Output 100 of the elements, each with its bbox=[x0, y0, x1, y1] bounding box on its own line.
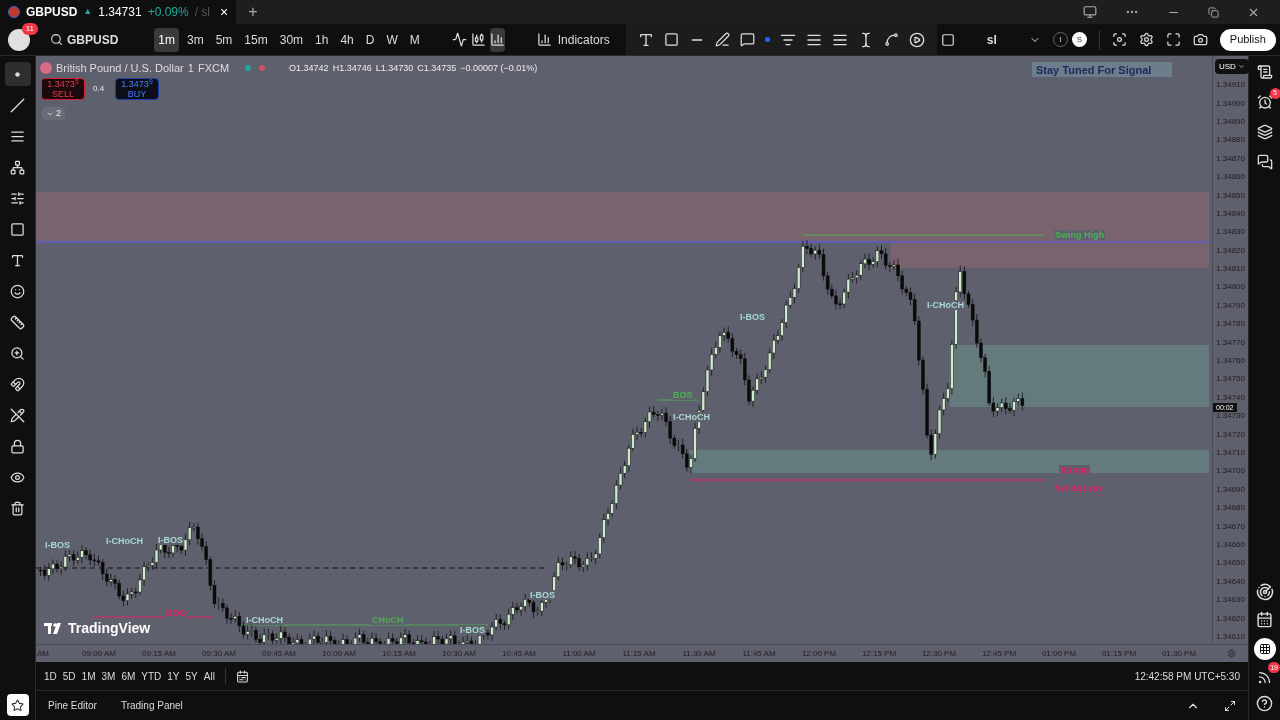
chart-label: BOS bbox=[165, 608, 187, 618]
play-icon[interactable] bbox=[908, 31, 925, 48]
interval-button[interactable]: 15m bbox=[240, 27, 272, 52]
logo-icon bbox=[44, 623, 64, 634]
restore-icon[interactable] bbox=[1208, 6, 1219, 18]
date-range-icon[interactable] bbox=[235, 669, 249, 683]
interval-button[interactable]: 4h bbox=[336, 27, 358, 52]
signal-banner: Stay Tuned For Signal bbox=[1032, 62, 1172, 77]
clock[interactable]: 12:42:58 PM UTC+5:30 bbox=[1134, 668, 1240, 684]
symbol-search[interactable]: GBPUSD bbox=[46, 30, 123, 49]
sell-label: SELL bbox=[52, 89, 74, 99]
price-label: 1.34740 bbox=[1216, 391, 1245, 404]
interval-button[interactable]: W bbox=[382, 27, 402, 52]
price-label: 1.34640 bbox=[1216, 575, 1245, 588]
chart-label: BOS bbox=[672, 390, 694, 400]
interval-button[interactable]: 30m bbox=[275, 27, 308, 52]
comment-icon[interactable] bbox=[739, 32, 755, 47]
caret-icon bbox=[1237, 63, 1245, 70]
interval-button[interactable]: 5m bbox=[211, 27, 237, 52]
range-button[interactable]: 1Y bbox=[167, 668, 180, 684]
price-label: 1.34870 bbox=[1216, 152, 1245, 165]
path-icon[interactable] bbox=[883, 32, 899, 47]
range-button[interactable]: 3M bbox=[101, 668, 116, 684]
watchlist-icon[interactable] bbox=[1256, 64, 1273, 80]
feed-icon[interactable] bbox=[1257, 670, 1272, 685]
interval-button[interactable]: M bbox=[405, 27, 424, 52]
rectangle-icon[interactable] bbox=[663, 32, 679, 47]
time-label: 11:15 AM bbox=[622, 647, 656, 660]
buy-button[interactable]: 1.3473$^{9}$ BUY bbox=[115, 78, 159, 100]
price-label: 1.34790 bbox=[1216, 299, 1245, 312]
fullscreen-icon[interactable] bbox=[1165, 32, 1181, 47]
pen-icon[interactable] bbox=[714, 32, 730, 47]
time-label: 10:00 AM bbox=[322, 647, 356, 660]
logo-text: TradingView bbox=[68, 619, 151, 638]
sell-button[interactable]: 1.3473$^{5}$ SELL bbox=[41, 78, 85, 100]
range-button[interactable]: 5D bbox=[62, 668, 76, 684]
help-icon[interactable] bbox=[1256, 695, 1273, 712]
interval-button[interactable]: 1m bbox=[154, 27, 179, 52]
chart-label: I-BOS bbox=[459, 625, 486, 635]
time-label: 10:45 AM bbox=[502, 647, 536, 660]
price-label: 1.34890 bbox=[1216, 115, 1245, 128]
interval-button[interactable]: 3m bbox=[183, 27, 208, 52]
range-button[interactable]: 1D bbox=[44, 668, 57, 684]
range-button[interactable]: 5Y bbox=[185, 668, 198, 684]
time-label: AM bbox=[37, 647, 49, 660]
price-label: 1.34720 bbox=[1216, 428, 1245, 441]
publish-button[interactable]: Publish bbox=[1219, 28, 1276, 51]
alarm-clock-icon[interactable] bbox=[1256, 94, 1273, 110]
square-icon[interactable] bbox=[940, 32, 955, 47]
lock-icon bbox=[10, 438, 25, 454]
time-label: 11:45 AM bbox=[742, 647, 776, 660]
trend-line-icon bbox=[10, 97, 25, 113]
price-label: 1.34710 bbox=[1216, 447, 1245, 459]
settings-icon[interactable] bbox=[1138, 32, 1154, 47]
price-label: 1.34700 bbox=[1216, 465, 1245, 478]
price-label: 1.34680 bbox=[1216, 502, 1245, 515]
price-change: −0.00007 (−0.01%) bbox=[460, 61, 538, 75]
currency-dropdown[interactable]: USD bbox=[1215, 59, 1249, 74]
range-button[interactable]: 1M bbox=[81, 668, 96, 684]
radar-icon[interactable] bbox=[1255, 583, 1274, 601]
favorites-button[interactable] bbox=[6, 694, 29, 716]
buy-label: BUY bbox=[127, 89, 147, 99]
pencil-off-icon bbox=[10, 407, 25, 423]
layers-icon[interactable] bbox=[1256, 124, 1273, 140]
range-button[interactable]: YTD bbox=[141, 668, 162, 684]
eye-icon bbox=[10, 469, 25, 485]
maximize-icon[interactable] bbox=[1224, 699, 1236, 712]
price-label: 1.34910 bbox=[1216, 79, 1245, 92]
layout-name[interactable]: sl bbox=[966, 30, 1017, 49]
range-button[interactable]: All bbox=[203, 668, 215, 684]
range-button[interactable]: 6M bbox=[121, 668, 136, 684]
monitor-icon[interactable] bbox=[1083, 5, 1097, 19]
chat-icon[interactable] bbox=[1256, 154, 1273, 170]
interval-button[interactable]: D bbox=[361, 27, 379, 52]
price-label: 1.34810 bbox=[1216, 263, 1245, 276]
time-label: 10:30 AM bbox=[442, 647, 476, 660]
magnet-icon bbox=[10, 376, 25, 392]
rectangle-icon bbox=[10, 221, 25, 237]
panel-tab[interactable]: Trading Panel bbox=[120, 698, 183, 713]
camera-icon[interactable] bbox=[1192, 32, 1208, 47]
text-icon[interactable] bbox=[637, 31, 654, 48]
price-label: 1.34780 bbox=[1216, 318, 1245, 331]
chart-tab[interactable]: GBPUSD ▲ 1.34731 +0.09% / sl × bbox=[0, 0, 237, 24]
calendar-icon[interactable] bbox=[1256, 611, 1273, 628]
pattern-icon bbox=[10, 159, 25, 175]
sell-price: 1.3473$^{5}$ bbox=[47, 79, 79, 89]
panel-tab[interactable]: Pine Editor bbox=[48, 698, 97, 713]
close-tab-button[interactable]: × bbox=[220, 1, 229, 23]
price-label: 1.34620 bbox=[1216, 612, 1245, 625]
interval-button[interactable]: 1h bbox=[311, 27, 333, 52]
chart-type-button[interactable] bbox=[489, 27, 505, 52]
collapse-indicators-button[interactable]: 2 bbox=[42, 107, 65, 120]
indicators-icon bbox=[536, 32, 552, 47]
apps-button[interactable] bbox=[1253, 638, 1276, 660]
new-tab-button[interactable]: + bbox=[248, 0, 258, 24]
time-label: 11:30 AM bbox=[682, 647, 716, 660]
candles-icon bbox=[470, 32, 486, 47]
text-icon bbox=[10, 252, 25, 268]
chart-label: I-BOS bbox=[44, 540, 71, 550]
indicators-button[interactable]: Indicators bbox=[532, 30, 614, 49]
